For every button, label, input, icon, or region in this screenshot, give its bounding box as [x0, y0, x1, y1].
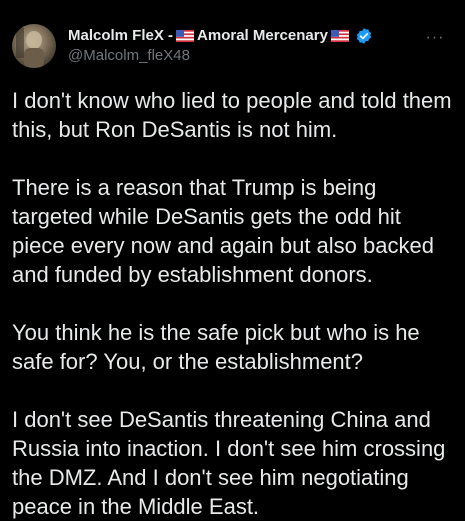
tweet-paragraph: There is a reason that Trump is being ta…: [12, 175, 434, 287]
us-flag-icon: [330, 30, 349, 42]
tweet-paragraph: I don't know who lied to people and told…: [12, 88, 452, 142]
display-name-prefix: Malcolm FleX -: [68, 27, 174, 44]
display-name-middle: Amoral Mercenary: [197, 27, 328, 44]
tweet-paragraph: You think he is the safe pick but who is…: [12, 320, 420, 374]
avatar-image: [16, 28, 44, 68]
more-options-icon[interactable]: ···: [423, 28, 447, 48]
tweet: Malcolm FleX - Amoral Mercenary @Malcolm…: [0, 0, 465, 519]
tweet-header: Malcolm FleX - Amoral Mercenary @Malcolm…: [12, 22, 453, 70]
us-flag-icon: [176, 30, 195, 42]
tweet-paragraph: I don't see DeSantis threatening China a…: [12, 407, 446, 519]
verified-badge-icon[interactable]: [355, 27, 373, 45]
avatar[interactable]: [12, 24, 56, 68]
author-handle[interactable]: @Malcolm_fleX48: [68, 46, 423, 66]
author-identity: Malcolm FleX - Amoral Mercenary @Malcolm…: [68, 26, 423, 66]
tweet-text: I don't know who lied to people and told…: [12, 86, 453, 521]
display-name[interactable]: Malcolm FleX - Amoral Mercenary: [68, 26, 423, 46]
